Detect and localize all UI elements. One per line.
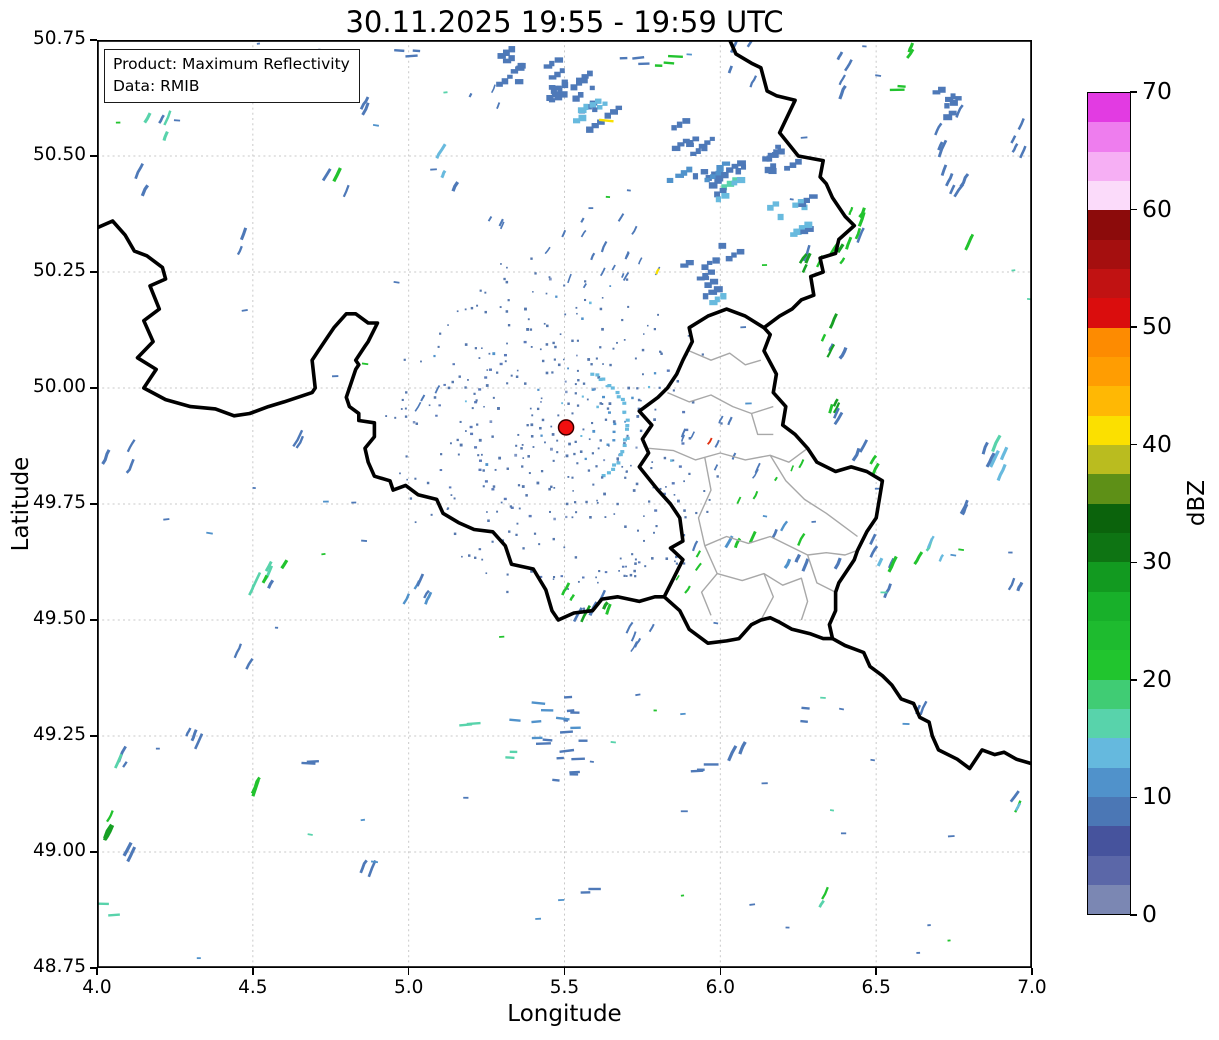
y-tick-label: 49.50 xyxy=(33,608,86,629)
x-tick-label: 7.0 xyxy=(1017,977,1047,998)
colorbar-tick-label: 10 xyxy=(1142,782,1172,811)
colorbar-segment xyxy=(1088,591,1130,621)
x-tick-label: 4.0 xyxy=(82,977,112,998)
colorbar-segment xyxy=(1088,562,1130,592)
data-source-line: Data: RMIB xyxy=(113,77,200,95)
radar-figure: 30.11.2025 19:55 - 19:59 UTC Latitude Lo… xyxy=(0,0,1219,1040)
colorbar-segment xyxy=(1088,356,1130,387)
x-tick-label: 5.5 xyxy=(549,977,580,998)
y-tick-label: 50.00 xyxy=(33,376,86,397)
y-tick-mark xyxy=(90,851,97,853)
colorbar-tick-label: 30 xyxy=(1142,547,1172,576)
y-tick-label: 49.75 xyxy=(33,492,86,513)
y-tick-mark xyxy=(90,967,97,969)
y-tick-label: 50.25 xyxy=(33,260,86,281)
colorbar-tick-mark xyxy=(1130,796,1137,799)
colorbar-segment xyxy=(1088,93,1130,123)
colorbar-segment xyxy=(1088,796,1130,827)
map-plot-area xyxy=(97,40,1032,968)
y-tick-mark xyxy=(90,735,97,737)
x-tick-mark xyxy=(875,968,877,975)
colorbar-segment xyxy=(1088,650,1130,680)
x-tick-mark xyxy=(1031,968,1033,975)
figure-title: 30.11.2025 19:55 - 19:59 UTC xyxy=(345,5,784,39)
colorbar-segment xyxy=(1088,386,1130,416)
colorbar-segment xyxy=(1088,180,1130,211)
y-tick-label: 50.75 xyxy=(33,28,86,49)
y-tick-label: 49.25 xyxy=(33,724,86,745)
colorbar-segment xyxy=(1088,620,1130,651)
colorbar-segment xyxy=(1088,708,1130,739)
colorbar-segment xyxy=(1088,444,1130,475)
colorbar-tick-mark xyxy=(1130,561,1137,564)
y-tick-mark xyxy=(90,619,97,621)
x-axis-label: Longitude xyxy=(507,1001,622,1027)
y-tick-mark xyxy=(90,155,97,157)
x-tick-mark xyxy=(719,968,722,975)
colorbar-segment xyxy=(1088,884,1130,915)
product-info-box: Product: Maximum Reflectivity Data: RMIB xyxy=(104,49,360,103)
colorbar-tick-mark xyxy=(1130,208,1137,211)
x-tick-mark xyxy=(252,968,254,975)
x-tick-mark xyxy=(407,968,410,975)
y-tick-label: 50.50 xyxy=(33,144,86,165)
colorbar-segment xyxy=(1088,298,1130,328)
colorbar-segment xyxy=(1088,826,1130,856)
colorbar-tick-label: 0 xyxy=(1142,900,1157,928)
colorbar-segment xyxy=(1088,122,1130,152)
colorbar-label: dBZ xyxy=(1184,479,1210,527)
y-tick-mark xyxy=(90,503,97,505)
colorbar-segment xyxy=(1088,855,1130,885)
x-tick-label: 6.0 xyxy=(705,977,736,998)
colorbar-segment xyxy=(1088,503,1130,533)
colorbar-segment xyxy=(1088,210,1130,240)
colorbar xyxy=(1087,92,1131,915)
y-tick-mark xyxy=(90,39,97,41)
colorbar-segment xyxy=(1088,327,1130,357)
colorbar-segment xyxy=(1088,151,1130,181)
colorbar-tick-mark xyxy=(1130,443,1137,446)
x-tick-label: 5.0 xyxy=(393,977,424,998)
y-tick-mark xyxy=(90,387,97,389)
colorbar-segment xyxy=(1088,474,1130,504)
colorbar-segment xyxy=(1088,415,1130,445)
colorbar-segment xyxy=(1088,532,1130,563)
colorbar-segment xyxy=(1088,679,1130,709)
x-tick-mark xyxy=(96,968,98,975)
x-tick-mark xyxy=(563,968,566,975)
colorbar-segment xyxy=(1088,738,1130,768)
colorbar-segment xyxy=(1088,268,1130,299)
x-tick-label: 6.5 xyxy=(861,977,891,998)
colorbar-tick-label: 20 xyxy=(1142,664,1172,693)
x-tick-label: 4.5 xyxy=(238,977,268,998)
y-tick-label: 49.00 xyxy=(33,840,86,861)
colorbar-tick-label: 50 xyxy=(1142,312,1172,341)
y-tick-label: 48.75 xyxy=(33,956,86,977)
product-info-line: Product: Maximum Reflectivity xyxy=(113,55,350,73)
colorbar-tick-label: 60 xyxy=(1142,194,1172,223)
colorbar-tick-mark xyxy=(1130,679,1137,681)
colorbar-tick-label: 70 xyxy=(1142,77,1172,105)
colorbar-tick-mark xyxy=(1130,91,1137,93)
colorbar-tick-label: 40 xyxy=(1142,429,1172,458)
colorbar-segment xyxy=(1088,239,1130,269)
y-tick-mark xyxy=(90,271,97,273)
colorbar-tick-mark xyxy=(1130,326,1137,328)
colorbar-tick-mark xyxy=(1130,914,1137,916)
colorbar-segment xyxy=(1088,767,1130,797)
